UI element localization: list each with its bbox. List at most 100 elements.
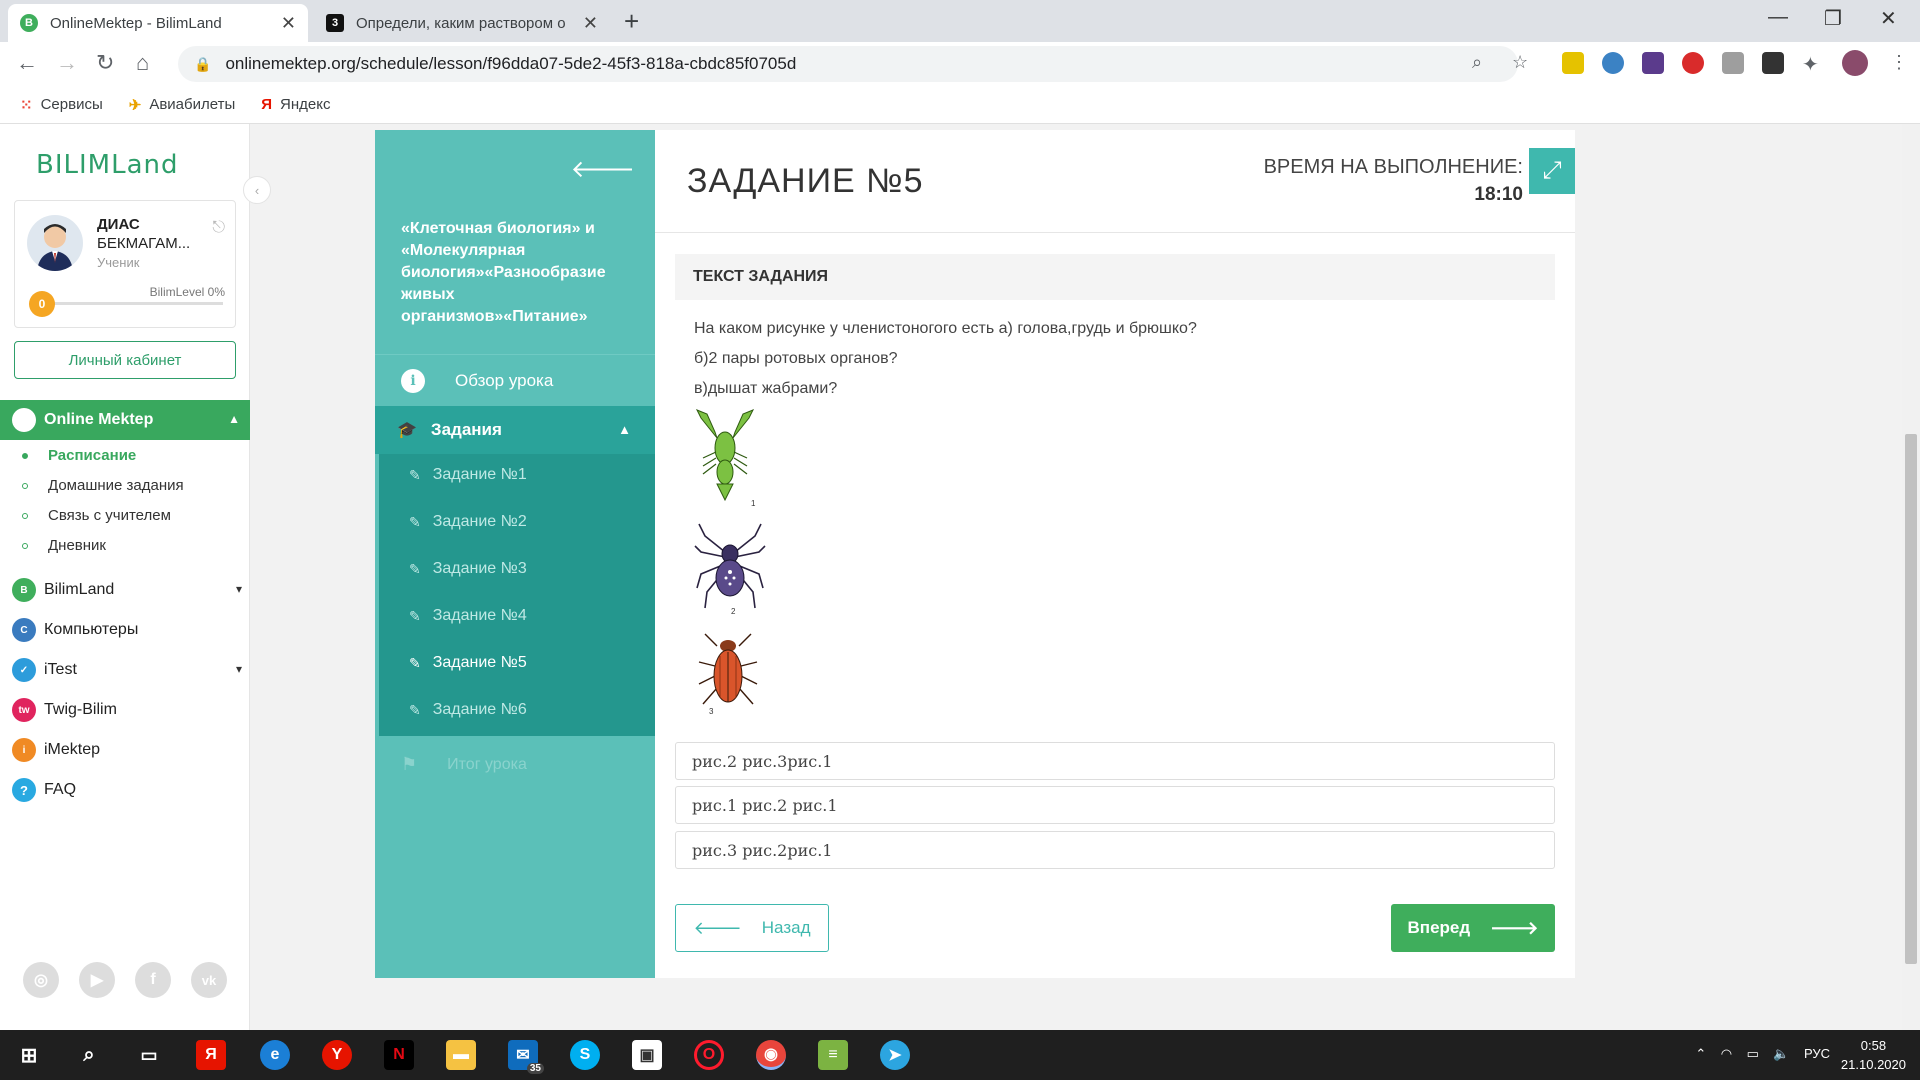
sidebar-item-imektep[interactable]: i iMektep (12, 738, 242, 762)
task-view-icon[interactable]: ▭ (134, 1040, 164, 1070)
sidebar-item-label: Дневник (48, 537, 106, 554)
back-button[interactable]: 🡐 Назад (675, 904, 829, 952)
back-nav-icon[interactable]: ← (16, 50, 38, 76)
maximize-button[interactable]: ❐ (1824, 6, 1842, 31)
opera-icon[interactable]: O (694, 1040, 724, 1070)
answer-option-3[interactable]: рис.3 рис.2рис.1 (675, 831, 1555, 869)
task-item-6[interactable]: ✎ Задание №6 (409, 701, 527, 719)
instagram-icon[interactable]: ◎ (23, 962, 59, 998)
sidebar-item-label: Twig-Bilim (44, 701, 117, 718)
forward-nav-icon[interactable]: → (56, 50, 78, 76)
zoom-icon[interactable]: ⌕ (1472, 52, 1482, 73)
tasks-list: ✎ Задание №1 ✎ Задание №2 ✎ Задание №3 ✎ Зад… (379, 454, 655, 736)
lock-icon: 🔒 (194, 55, 212, 72)
netflix-icon[interactable]: N (384, 1040, 414, 1070)
arrow-left-icon[interactable]: 🡐 (571, 154, 635, 184)
task-label: Задание №5 (432, 654, 527, 671)
search-icon[interactable]: ⌕ (74, 1040, 104, 1070)
tab-onlinemektep[interactable]: B OnlineMektep - BilimLand ✕ (8, 4, 308, 42)
extension-icon[interactable] (1722, 52, 1744, 74)
page-scrollbar[interactable] (1902, 124, 1920, 1030)
question-icon: ? (12, 778, 36, 802)
bookmark-yandex[interactable]: Я Яндекс (261, 96, 330, 113)
sidebar-item-label: Домашние задания (48, 477, 184, 494)
level-badge: 0 (29, 291, 55, 317)
language-indicator[interactable]: РУС (1804, 1046, 1830, 1061)
close-tab-icon[interactable]: ✕ (281, 13, 296, 34)
personal-cabinet-button[interactable]: Личный кабинет (14, 341, 236, 379)
file-explorer-icon[interactable]: ▬ (446, 1040, 476, 1070)
chevron-up-icon[interactable]: ⌃ (1695, 1046, 1706, 1061)
facebook-icon[interactable]: f (135, 962, 171, 998)
minimize-button[interactable]: — (1768, 6, 1788, 29)
task-item-4[interactable]: ✎ Задание №4 (409, 607, 527, 625)
close-tab-icon[interactable]: ✕ (583, 13, 598, 34)
apps-icon: ⁙ (20, 96, 33, 114)
next-button[interactable]: Вперед 🡒 (1391, 904, 1555, 952)
yandex-icon[interactable]: Y (322, 1040, 352, 1070)
bookmark-services[interactable]: ⁙ Сервисы (20, 96, 103, 114)
skype-icon[interactable]: S (570, 1040, 600, 1070)
lesson-summary-item[interactable]: ⚑ Итог урока (401, 754, 527, 775)
sidebar-item-schedule[interactable]: Расписание (22, 447, 136, 464)
extension-icon[interactable] (1642, 52, 1664, 74)
telegram-icon[interactable]: ➤ (880, 1040, 910, 1070)
windows-start-icon[interactable]: ⊞ (14, 1040, 44, 1070)
sidebar-item-bilimland[interactable]: B BilimLand ▾ (12, 578, 242, 602)
edge-icon[interactable]: e (260, 1040, 290, 1070)
yandex-browser-icon[interactable]: Я (196, 1040, 226, 1070)
youtube-icon[interactable]: ▶ (79, 962, 115, 998)
app-stack-icon[interactable]: ≡ (818, 1040, 848, 1070)
battery-icon[interactable]: ▭ (1747, 1046, 1759, 1061)
task-item-1[interactable]: ✎ Задание №1 (409, 466, 527, 484)
logout-icon[interactable]: ⎋ (212, 219, 225, 237)
extension-icon[interactable] (1682, 52, 1704, 74)
extension-icon[interactable] (1562, 52, 1584, 74)
volume-icon[interactable]: 🔈 (1773, 1046, 1789, 1061)
answer-option-2[interactable]: рис.1 рис.2 рис.1 (675, 786, 1555, 824)
sidebar-item-diary[interactable]: Дневник (22, 537, 106, 554)
scrollbar-thumb[interactable] (1905, 434, 1917, 964)
extension-icon[interactable] (1602, 52, 1624, 74)
edit-icon: ✎ (409, 607, 421, 624)
extension-icon[interactable] (1762, 52, 1784, 74)
edit-icon: ✎ (409, 701, 421, 718)
bilimland-logo[interactable]: BILIMLand (36, 150, 179, 180)
sidebar-item-faq[interactable]: ? FAQ (12, 778, 242, 802)
bookmark-flights[interactable]: ✈ Авиабилеты (129, 96, 236, 114)
vk-icon[interactable]: vk (191, 962, 227, 998)
collapse-sidebar-button[interactable]: ‹ (243, 176, 271, 204)
tab-znanija[interactable]: 3 Определи, каким раствором о ✕ (314, 4, 610, 42)
home-icon[interactable]: ⌂ (136, 50, 149, 76)
sidebar-item-teacher-contact[interactable]: Связь с учителем (22, 507, 171, 524)
system-clock[interactable]: 0:58 21.10.2020 (1841, 1036, 1906, 1074)
tasks-section-header[interactable]: 🎓 Задания ▲ (375, 406, 655, 454)
task-item-2[interactable]: ✎ Задание №2 (409, 513, 527, 531)
task-item-3[interactable]: ✎ Задание №3 (409, 560, 527, 578)
chrome-icon[interactable]: ◉ (756, 1040, 786, 1070)
menu-dots-icon[interactable]: ⋮ (1890, 52, 1908, 73)
store-icon[interactable]: ▣ (632, 1040, 662, 1070)
task-item-5[interactable]: ✎ Задание №5 (409, 654, 527, 672)
mail-icon[interactable]: ✉ 35 (508, 1040, 544, 1074)
page-viewport: BILIMLand ДИАС БЕКМАГАМ... Ученик ⎋ Bili… (0, 124, 1920, 1030)
sidebar-item-itest[interactable]: ✓ iTest ▾ (12, 658, 242, 682)
bookmark-star-icon[interactable]: ☆ (1512, 52, 1528, 73)
profile-role: Ученик (97, 255, 140, 270)
fullscreen-expand-button[interactable]: ⤢ (1529, 148, 1575, 194)
wifi-icon[interactable]: ◠ (1721, 1046, 1732, 1061)
answer-option-1[interactable]: рис.2 рис.3рис.1 (675, 742, 1555, 780)
sidebar-item-homework[interactable]: Домашние задания (22, 477, 184, 494)
online-mektep-section[interactable]: Online Mektep ▲ (0, 400, 250, 440)
close-window-button[interactable]: ✕ (1880, 6, 1897, 31)
new-tab-button[interactable]: + (624, 6, 639, 37)
address-bar[interactable]: 🔒 onlinemektep.org/schedule/lesson/f96dd… (178, 46, 1518, 82)
lesson-overview-item[interactable]: i Обзор урока (375, 354, 655, 406)
twig-icon: tw (12, 698, 36, 722)
profile-avatar-icon[interactable] (1842, 50, 1868, 76)
reload-icon[interactable]: ↻ (96, 50, 114, 76)
summary-label: Итог урока (447, 755, 527, 773)
sidebar-item-twig-bilim[interactable]: tw Twig-Bilim (12, 698, 242, 722)
sidebar-item-computers[interactable]: C Компьютеры (12, 618, 242, 642)
puzzle-extensions-icon[interactable]: ✦ (1802, 52, 1819, 77)
